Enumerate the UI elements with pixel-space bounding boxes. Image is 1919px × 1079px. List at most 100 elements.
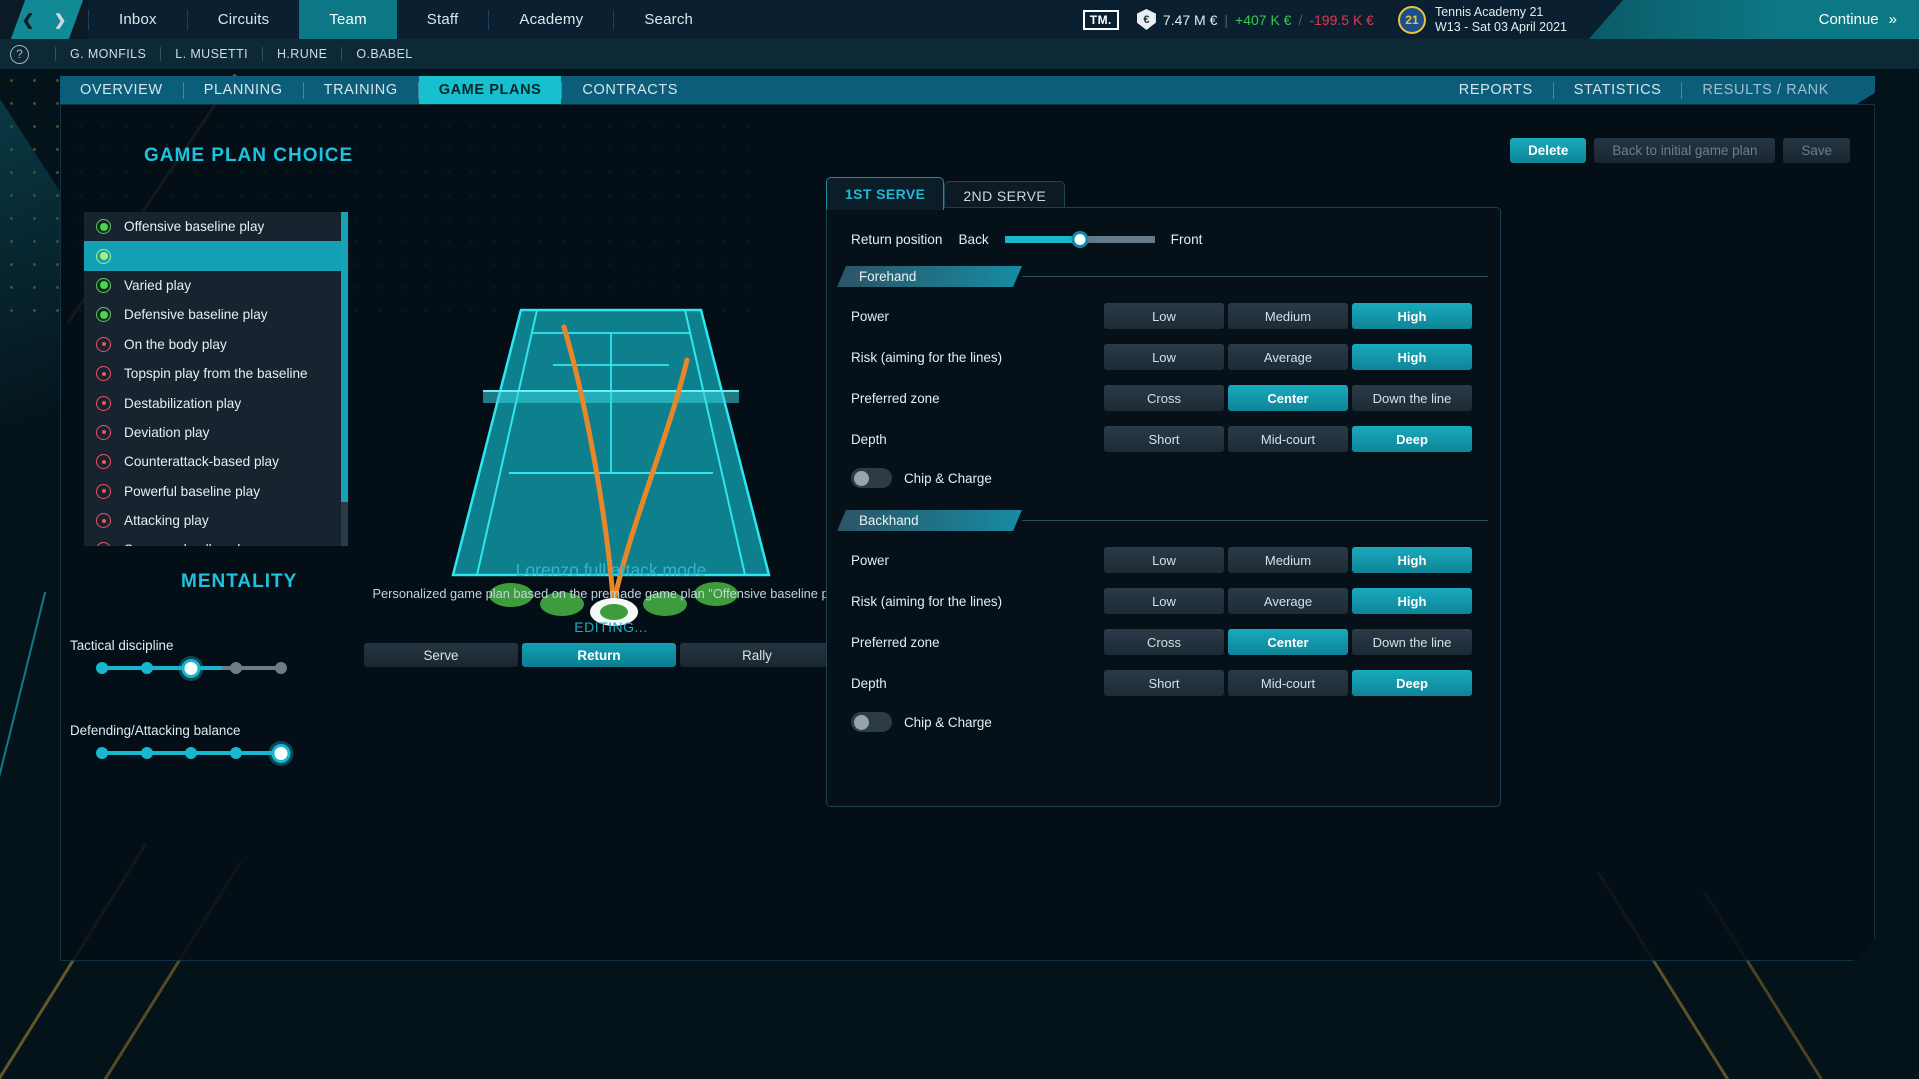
list-item[interactable]: Deviation play xyxy=(84,418,341,447)
option-mid-court[interactable]: Mid-court xyxy=(1228,426,1348,452)
plan-name: Lorenzo full attack mode xyxy=(401,560,821,581)
slider-step-1[interactable] xyxy=(96,662,108,674)
player-shortcut-babel[interactable]: O.BABEL xyxy=(356,47,412,61)
option-short[interactable]: Short xyxy=(1104,426,1224,452)
club-date: W13 - Sat 03 April 2021 xyxy=(1435,20,1567,35)
slider-step-3[interactable] xyxy=(185,747,197,759)
list-item[interactable]: Topspin play from the baseline xyxy=(84,359,341,388)
option-medium[interactable]: Medium xyxy=(1228,303,1348,329)
toggle-knob xyxy=(854,715,869,730)
club-info[interactable]: 21 Tennis Academy 21 W13 - Sat 03 April … xyxy=(1398,5,1567,35)
tab-2nd-serve[interactable]: 2ND SERVE xyxy=(944,181,1065,210)
tab-reports[interactable]: REPORTS xyxy=(1439,76,1553,104)
return-position-slider[interactable] xyxy=(1005,230,1155,248)
player-shortcut-musetti[interactable]: L. MUSETTI xyxy=(175,47,248,61)
continue-button[interactable]: Continue » xyxy=(1589,0,1919,39)
option-high[interactable]: High xyxy=(1352,588,1472,614)
player-shortcut-monfils[interactable]: G. MONFILS xyxy=(70,47,146,61)
slider-step-4[interactable] xyxy=(230,662,242,674)
tab-1st-serve[interactable]: 1ST SERVE xyxy=(826,177,944,210)
row-label: Preferred zone xyxy=(851,635,1104,650)
option-low[interactable]: Low xyxy=(1104,303,1224,329)
question-mark-icon[interactable]: ? xyxy=(10,45,29,64)
option-down-the-line[interactable]: Down the line xyxy=(1352,385,1472,411)
option-low[interactable]: Low xyxy=(1104,344,1224,370)
option-medium[interactable]: Medium xyxy=(1228,547,1348,573)
list-item[interactable]: On the body play xyxy=(84,330,341,359)
player-shortcut-rune[interactable]: H.RUNE xyxy=(277,47,327,61)
list-item[interactable]: Attacking play xyxy=(84,506,341,535)
list-item[interactable]: Serve-and-volley play xyxy=(84,535,341,546)
option-cross[interactable]: Cross xyxy=(1104,629,1224,655)
list-item[interactable] xyxy=(84,241,341,270)
tab-game-plans[interactable]: GAME PLANS xyxy=(419,76,562,104)
phase-button-serve[interactable]: Serve xyxy=(364,643,518,667)
tab-training[interactable]: TRAINING xyxy=(304,76,418,104)
slider-step-2[interactable] xyxy=(141,747,153,759)
nav-item-staff[interactable]: Staff xyxy=(397,0,489,39)
chevron-left-icon[interactable]: ❮ xyxy=(13,0,43,39)
toggle-switch[interactable] xyxy=(851,712,892,732)
nav-item-circuits[interactable]: Circuits xyxy=(188,0,300,39)
option-high[interactable]: High xyxy=(1352,303,1472,329)
option-high[interactable]: High xyxy=(1352,344,1472,370)
slider-step-1[interactable] xyxy=(96,747,108,759)
option-deep[interactable]: Deep xyxy=(1352,670,1472,696)
tab-overview[interactable]: OVERVIEW xyxy=(60,76,183,104)
slider-step-5[interactable] xyxy=(275,662,287,674)
scrollbar-thumb[interactable] xyxy=(341,212,348,502)
slider-handle[interactable] xyxy=(272,744,291,763)
option-deep[interactable]: Deep xyxy=(1352,426,1472,452)
backhand-chip-charge-row[interactable]: Chip & Charge xyxy=(851,712,992,732)
option-short[interactable]: Short xyxy=(1104,670,1224,696)
defending-attacking-slider[interactable] xyxy=(96,743,291,763)
option-low[interactable]: Low xyxy=(1104,588,1224,614)
chevron-right-icon[interactable]: ❯ xyxy=(45,0,75,39)
option-low[interactable]: Low xyxy=(1104,547,1224,573)
slider-step-2[interactable] xyxy=(141,662,153,674)
return-position-label: Return position xyxy=(851,232,942,247)
list-item[interactable]: Destabilization play xyxy=(84,388,341,417)
option-mid-court[interactable]: Mid-court xyxy=(1228,670,1348,696)
tab-results-rank[interactable]: RESULTS / RANK xyxy=(1682,76,1849,104)
forehand-section-banner: Forehand xyxy=(837,266,1022,287)
list-item[interactable]: Varied play xyxy=(84,271,341,300)
radio-icon xyxy=(96,249,111,264)
tab-contracts[interactable]: CONTRACTS xyxy=(562,76,698,104)
nav-item-inbox[interactable]: Inbox xyxy=(89,0,187,39)
phase-button-rally[interactable]: Rally xyxy=(680,643,834,667)
option-average[interactable]: Average xyxy=(1228,344,1348,370)
back-to-initial-button[interactable]: Back to initial game plan xyxy=(1594,138,1775,163)
slider-step-4[interactable] xyxy=(230,747,242,759)
income-value: +407 K € xyxy=(1235,12,1291,28)
slider-handle[interactable] xyxy=(1071,231,1088,248)
option-cross[interactable]: Cross xyxy=(1104,385,1224,411)
save-button[interactable]: Save xyxy=(1783,138,1850,163)
slider-handle[interactable] xyxy=(182,659,201,678)
forehand-chip-charge-row[interactable]: Chip & Charge xyxy=(851,468,992,488)
phase-button-return[interactable]: Return xyxy=(522,643,676,667)
list-item-label: Counterattack-based play xyxy=(124,454,279,469)
tab-planning[interactable]: PLANNING xyxy=(184,76,303,104)
toggle-switch[interactable] xyxy=(851,468,892,488)
game-plan-list[interactable]: Offensive baseline play Varied play Defe… xyxy=(84,212,341,546)
list-item-label: Attacking play xyxy=(124,513,209,528)
option-high[interactable]: High xyxy=(1352,547,1472,573)
list-item[interactable]: Defensive baseline play xyxy=(84,300,341,329)
nav-item-academy[interactable]: Academy xyxy=(489,0,613,39)
delete-button[interactable]: Delete xyxy=(1510,138,1586,163)
option-center[interactable]: Center xyxy=(1228,629,1348,655)
list-item[interactable]: Powerful baseline play xyxy=(84,477,341,506)
list-item[interactable]: Offensive baseline play xyxy=(84,212,341,241)
plan-list-scrollbar[interactable] xyxy=(341,212,348,546)
nav-item-team[interactable]: Team xyxy=(299,0,396,39)
money-slash: / xyxy=(1298,12,1302,28)
tab-statistics[interactable]: STATISTICS xyxy=(1554,76,1682,104)
forehand-risk-row: Risk (aiming for the lines) Low Average … xyxy=(851,344,1476,370)
option-center[interactable]: Center xyxy=(1228,385,1348,411)
tactical-discipline-slider[interactable] xyxy=(96,658,291,678)
option-down-the-line[interactable]: Down the line xyxy=(1352,629,1472,655)
list-item[interactable]: Counterattack-based play xyxy=(84,447,341,476)
option-average[interactable]: Average xyxy=(1228,588,1348,614)
nav-item-search[interactable]: Search xyxy=(614,0,723,39)
